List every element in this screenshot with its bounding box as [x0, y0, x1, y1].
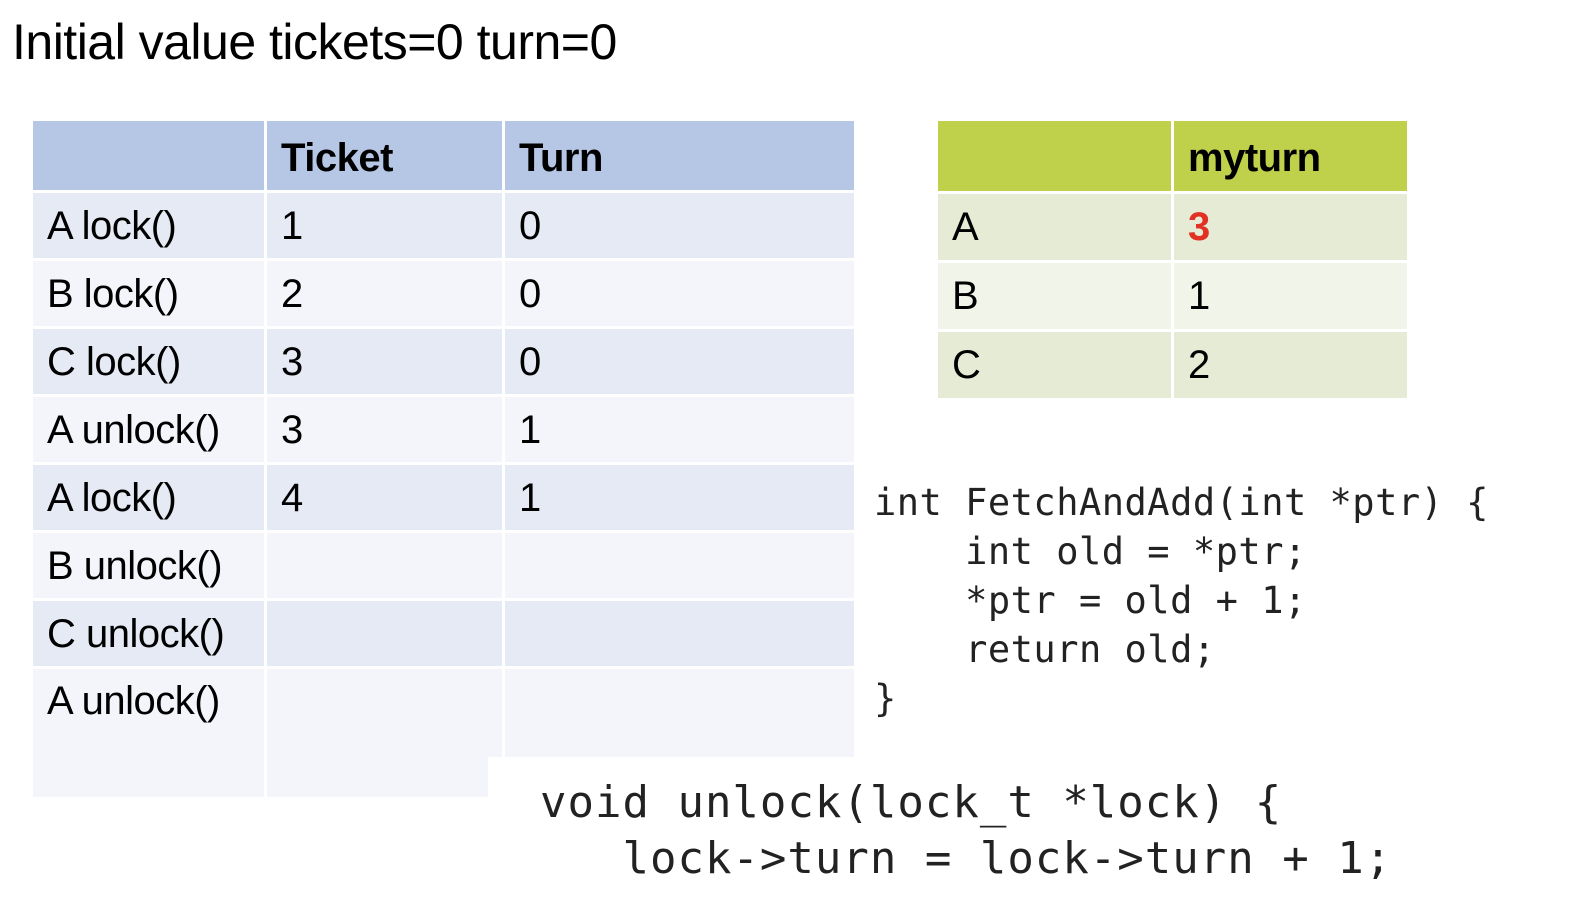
- table-row: B 1: [935, 260, 1410, 332]
- operation-cell: B unlock(): [30, 530, 267, 601]
- unlock-code: void unlock(lock_t *lock) { lock->turn =…: [488, 757, 1596, 902]
- table-row: C lock() 3 0: [30, 326, 857, 397]
- myturn-table: myturn A 3 B 1 C 2: [935, 118, 1410, 401]
- table-row: A lock() 4 1: [30, 462, 857, 533]
- ticket-cell: 3: [264, 326, 505, 397]
- ticket-cell: 1: [264, 190, 505, 261]
- header-turn: Turn: [502, 118, 857, 193]
- turn-cell: 0: [502, 258, 857, 329]
- slide-title: Initial value tickets=0 turn=0: [12, 14, 617, 70]
- fetch-and-add-code: int FetchAndAdd(int *ptr) { int old = *p…: [874, 478, 1489, 723]
- turn-cell: 1: [502, 394, 857, 465]
- operation-cell: A unlock(): [30, 394, 267, 465]
- turn-cell: [502, 530, 857, 601]
- myturn-cell: 1: [1171, 260, 1410, 332]
- header-myturn: myturn: [1171, 118, 1410, 194]
- table-row: A 3: [935, 191, 1410, 263]
- header-ticket: Ticket: [264, 118, 505, 193]
- table-row: C unlock(): [30, 598, 857, 669]
- operation-cell: A lock(): [30, 190, 267, 261]
- table-row: C 2: [935, 329, 1410, 401]
- ticket-cell: 3: [264, 394, 505, 465]
- table-row: B unlock(): [30, 530, 857, 601]
- ticket-cell: [264, 530, 505, 601]
- operation-cell: B lock(): [30, 258, 267, 329]
- ticket-cell: 2: [264, 258, 505, 329]
- operation-cell: A unlock(): [30, 666, 267, 800]
- ticket-cell: [264, 598, 505, 669]
- turn-cell: 0: [502, 326, 857, 397]
- operation-cell: C lock(): [30, 326, 267, 397]
- ticket-turn-table: Ticket Turn A lock() 1 0 B lock() 2 0 C …: [30, 118, 857, 800]
- table-header-row: Ticket Turn: [30, 118, 857, 193]
- operation-cell: C unlock(): [30, 598, 267, 669]
- thread-cell: C: [935, 329, 1174, 401]
- turn-cell: 0: [502, 190, 857, 261]
- myturn-cell: 2: [1171, 329, 1410, 401]
- header-thread: [935, 118, 1174, 194]
- table-row: A unlock() 3 1: [30, 394, 857, 465]
- table-row: A lock() 1 0: [30, 190, 857, 261]
- ticket-cell: [264, 666, 505, 800]
- thread-cell: A: [935, 191, 1174, 263]
- table-header-row: myturn: [935, 118, 1410, 194]
- header-operation: [30, 118, 267, 193]
- table-row: B lock() 2 0: [30, 258, 857, 329]
- thread-cell: B: [935, 260, 1174, 332]
- operation-cell: A lock(): [30, 462, 267, 533]
- ticket-cell: 4: [264, 462, 505, 533]
- myturn-cell-highlighted: 3: [1171, 191, 1410, 263]
- turn-cell: [502, 598, 857, 669]
- turn-cell: 1: [502, 462, 857, 533]
